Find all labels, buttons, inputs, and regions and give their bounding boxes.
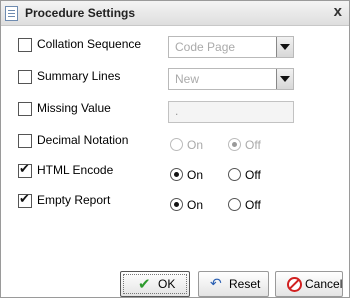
decimal-notation-label: Decimal Notation: [37, 133, 129, 147]
missing-value-label: Missing Value: [37, 101, 111, 115]
missing-value-checkbox[interactable]: [18, 102, 32, 116]
decimal-notation-off-radio[interactable]: [228, 138, 241, 151]
empty-report-off-radio[interactable]: [228, 198, 241, 211]
ok-button[interactable]: ✔ OK: [120, 271, 190, 297]
missing-value-text: .: [175, 104, 179, 118]
html-encode-checkbox[interactable]: [18, 162, 32, 178]
reset-label: Reset: [229, 277, 261, 291]
checkmark-icon: ✔: [138, 275, 151, 293]
undo-arrow-icon: ↶: [210, 276, 222, 292]
empty-report-checkbox[interactable]: [18, 192, 32, 208]
empty-report-label: Empty Report: [37, 193, 111, 207]
empty-report-off-label: Off: [245, 198, 261, 212]
decimal-notation-on-label: On: [187, 138, 204, 152]
collation-sequence-checkbox[interactable]: [18, 38, 32, 52]
collation-sequence-label: Collation Sequence: [37, 37, 142, 51]
reset-button[interactable]: ↶ Reset: [198, 271, 269, 297]
cancel-label: Cancel: [305, 277, 343, 291]
procedure-settings-dialog: Procedure Settings x Collation Sequence …: [0, 0, 350, 298]
summary-lines-dropdown[interactable]: New: [168, 68, 294, 90]
empty-report-on-label: On: [187, 198, 204, 212]
decimal-notation-off-label: Off: [245, 138, 261, 152]
dialog-title: Procedure Settings: [25, 6, 136, 20]
chevron-down-icon[interactable]: [276, 69, 293, 89]
decimal-notation-checkbox[interactable]: [18, 134, 32, 148]
cancel-button[interactable]: Cancel: [275, 271, 343, 297]
collation-sequence-dropdown[interactable]: Code Page: [168, 36, 294, 58]
summary-lines-label: Summary Lines: [37, 69, 121, 83]
html-encode-on-radio[interactable]: [170, 168, 183, 181]
ok-label: OK: [158, 277, 176, 291]
html-encode-on-label: On: [187, 168, 204, 182]
summary-lines-value: New: [175, 72, 200, 86]
collation-sequence-value: Code Page: [175, 40, 236, 54]
document-icon: [5, 6, 18, 21]
close-icon[interactable]: x: [334, 4, 342, 20]
html-encode-off-radio[interactable]: [228, 168, 241, 181]
summary-lines-checkbox[interactable]: [18, 70, 32, 84]
html-encode-off-label: Off: [245, 168, 261, 182]
title-bar: Procedure Settings x: [1, 1, 349, 26]
chevron-down-icon[interactable]: [276, 37, 293, 57]
missing-value-field[interactable]: .: [168, 101, 294, 123]
cancel-icon: [287, 277, 302, 292]
empty-report-on-radio[interactable]: [170, 198, 183, 211]
decimal-notation-on-radio[interactable]: [170, 138, 183, 151]
html-encode-label: HTML Encode: [37, 163, 114, 177]
